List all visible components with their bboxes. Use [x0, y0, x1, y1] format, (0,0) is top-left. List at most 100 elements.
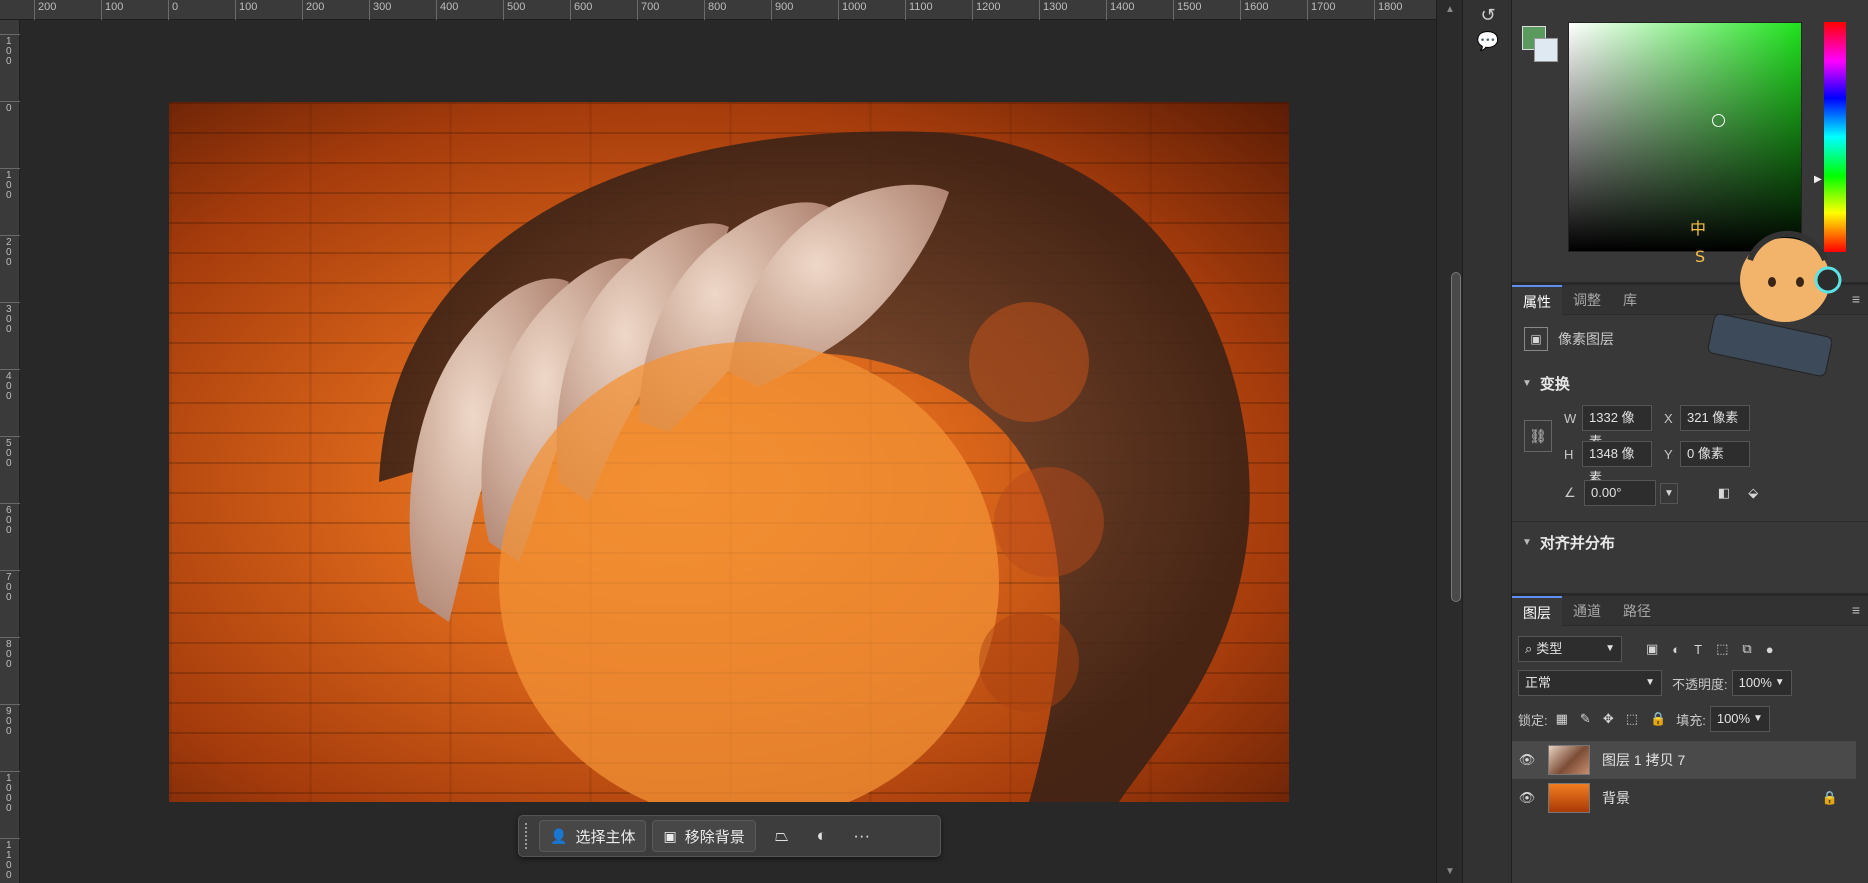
height-field[interactable]: 1348 像素 [1582, 441, 1652, 485]
width-field[interactable]: 1332 像素 [1582, 405, 1652, 449]
tab-paths[interactable]: 路径 [1612, 596, 1662, 626]
adjustment-filter-icon[interactable]: ◐ [1672, 642, 1680, 657]
ruler-tick-label: 1300 [1039, 0, 1067, 20]
person-icon: 👤 [550, 827, 568, 844]
lock-artboard-icon[interactable]: ⬚ [1626, 711, 1638, 727]
canvas-workspace[interactable] [20, 20, 1436, 883]
drag-handle[interactable] [525, 823, 529, 849]
opacity-field[interactable]: 100% ▼ [1731, 670, 1792, 696]
layers-panel: 图层 通道 路径 ≡ ⌕ 类型 ▼ ▣ ◐ T ⬚ ⧉ ● 正常 ▼ 不透明度:… [1512, 595, 1868, 883]
chevron-down-icon: ▼ [1774, 677, 1785, 688]
comments-icon[interactable]: 💬 [1475, 28, 1501, 54]
image-icon: ▣ [663, 827, 677, 844]
ruler-tick-label: 1000 [838, 0, 866, 20]
flip-vertical-icon[interactable]: ⬙ [1748, 485, 1758, 501]
select-subject-button[interactable]: 👤 选择主体 [539, 820, 647, 852]
pixel-layer-icon: ▣ [1524, 327, 1548, 351]
hue-slider-marker[interactable]: ▶ [1814, 174, 1822, 185]
ruler-tick-label: 1700 [1307, 0, 1335, 20]
transform-icon[interactable]: ⏢ [762, 826, 802, 846]
tab-layers[interactable]: 图层 [1512, 595, 1562, 626]
angle-icon: ∠ [1564, 485, 1576, 500]
eye-icon[interactable]: 👁 [1512, 790, 1542, 806]
layer-thumbnail [1548, 783, 1590, 813]
more-options-button[interactable]: ··· [842, 826, 882, 846]
height-label: H [1564, 446, 1574, 462]
ruler-tick-label: 200 [34, 0, 56, 20]
lock-icon: 🔒 [1821, 790, 1838, 805]
width-label: W [1564, 410, 1577, 426]
tab-properties[interactable]: 属性 [1512, 284, 1562, 315]
remove-background-button[interactable]: ▣ 移除背景 [652, 820, 756, 852]
smart-object-filter-icon[interactable]: ⧉ [1742, 641, 1751, 657]
lock-all-icon[interactable]: 🔒 [1650, 711, 1666, 727]
ruler-tick-label: 800 [0, 637, 20, 670]
lock-pixels-icon[interactable]: ✎ [1580, 711, 1591, 727]
layer-row[interactable]: 👁 背景 🔒 [1512, 779, 1856, 817]
ruler-tick-label: 200 [0, 235, 20, 268]
ruler-tick-label: 300 [369, 0, 391, 20]
ruler-tick-label: 900 [771, 0, 793, 20]
lock-position-icon[interactable]: ✥ [1603, 711, 1614, 727]
ruler-tick-label: 700 [0, 570, 20, 603]
eye-icon[interactable]: 👁 [1512, 752, 1542, 768]
tab-libraries[interactable]: 库 [1612, 285, 1648, 315]
layer-name[interactable]: 背景 [1602, 788, 1630, 808]
panel-icon-strip: ↺ 💬 [1462, 0, 1512, 883]
ruler-tick-label: 1500 [1173, 0, 1201, 20]
ruler-tick-label: 600 [0, 503, 20, 536]
ruler-tick-label: 1100 [0, 838, 20, 881]
ruler-tick-label: 500 [503, 0, 525, 20]
type-filter-icon[interactable]: T [1694, 642, 1702, 657]
ruler-tick-label: 400 [0, 369, 20, 402]
scrollbar-thumb[interactable] [1451, 272, 1461, 602]
lock-transparent-icon[interactable]: ▦ [1556, 711, 1568, 727]
y-field[interactable]: 0 像素 [1680, 441, 1750, 467]
history-icon[interactable]: ↺ [1475, 2, 1501, 28]
layer-row[interactable]: 👁 图层 1 拷贝 7 [1512, 741, 1856, 779]
background-color-swatch[interactable] [1534, 38, 1558, 62]
layer-name[interactable]: 图层 1 拷贝 7 [1602, 750, 1685, 770]
chevron-down-icon: ▼ [1752, 713, 1763, 724]
tab-adjustments[interactable]: 调整 [1562, 285, 1612, 315]
flip-horizontal-icon[interactable]: ◧ [1718, 485, 1730, 501]
chevron-down-icon[interactable]: ▼ [1522, 378, 1532, 389]
angle-field[interactable]: 0.00° [1584, 480, 1656, 506]
ruler-tick-label: 100 [101, 0, 123, 20]
shape-filter-icon[interactable]: ⬚ [1716, 641, 1728, 657]
ruler-tick-label: 900 [0, 704, 20, 737]
ruler-tick-label: 600 [570, 0, 592, 20]
panel-menu-icon[interactable]: ≡ [1852, 602, 1860, 618]
transform-section-title: 变换 [1539, 376, 1570, 393]
fill-label: 填充: [1676, 712, 1706, 728]
filter-toggle-icon[interactable]: ● [1766, 642, 1774, 657]
fill-field[interactable]: 100% ▼ [1709, 706, 1770, 732]
contextual-task-bar: 👤 选择主体 ▣ 移除背景 ⏢ ◐ ··· [518, 815, 941, 857]
layer-type-label: 像素图层 [1558, 331, 1614, 347]
document-canvas[interactable] [169, 102, 1289, 802]
angle-dropdown-icon[interactable]: ▼ [1660, 482, 1678, 504]
scroll-up-icon[interactable]: ▲ [1445, 4, 1455, 15]
pixel-filter-icon[interactable]: ▣ [1646, 641, 1658, 657]
capybara-mascot-sticker: 中 S [1690, 219, 1842, 377]
color-picker-ring[interactable] [1712, 114, 1725, 127]
ruler-tick-label: 100 [0, 168, 20, 201]
opacity-label: 不透明度: [1672, 676, 1728, 692]
ruler-tick-label: 100 [235, 0, 257, 20]
ruler-tick-label: 1000 [0, 771, 20, 814]
canvas-vertical-scrollbar[interactable]: ▲ ▼ [1436, 0, 1462, 883]
ruler-tick-label: 400 [436, 0, 458, 20]
chevron-down-icon[interactable]: ▼ [1522, 537, 1532, 548]
ruler-tick-label: 800 [704, 0, 726, 20]
layers-tabs: 图层 通道 路径 ≡ [1512, 595, 1868, 626]
lock-label: 锁定: [1518, 712, 1548, 728]
blend-mode-select[interactable]: 正常 ▼ [1518, 670, 1662, 696]
adjustment-icon[interactable]: ◐ [802, 826, 842, 846]
ruler-tick-label: 0 [168, 0, 178, 20]
x-field[interactable]: 321 像素 [1680, 405, 1750, 431]
tab-channels[interactable]: 通道 [1562, 596, 1612, 626]
scroll-down-icon[interactable]: ▼ [1445, 866, 1455, 877]
layer-filter-select[interactable]: ⌕ 类型 ▼ [1518, 636, 1622, 662]
ruler-tick-label: 1100 [905, 0, 933, 20]
link-icon[interactable]: ⛓ [1524, 420, 1552, 452]
